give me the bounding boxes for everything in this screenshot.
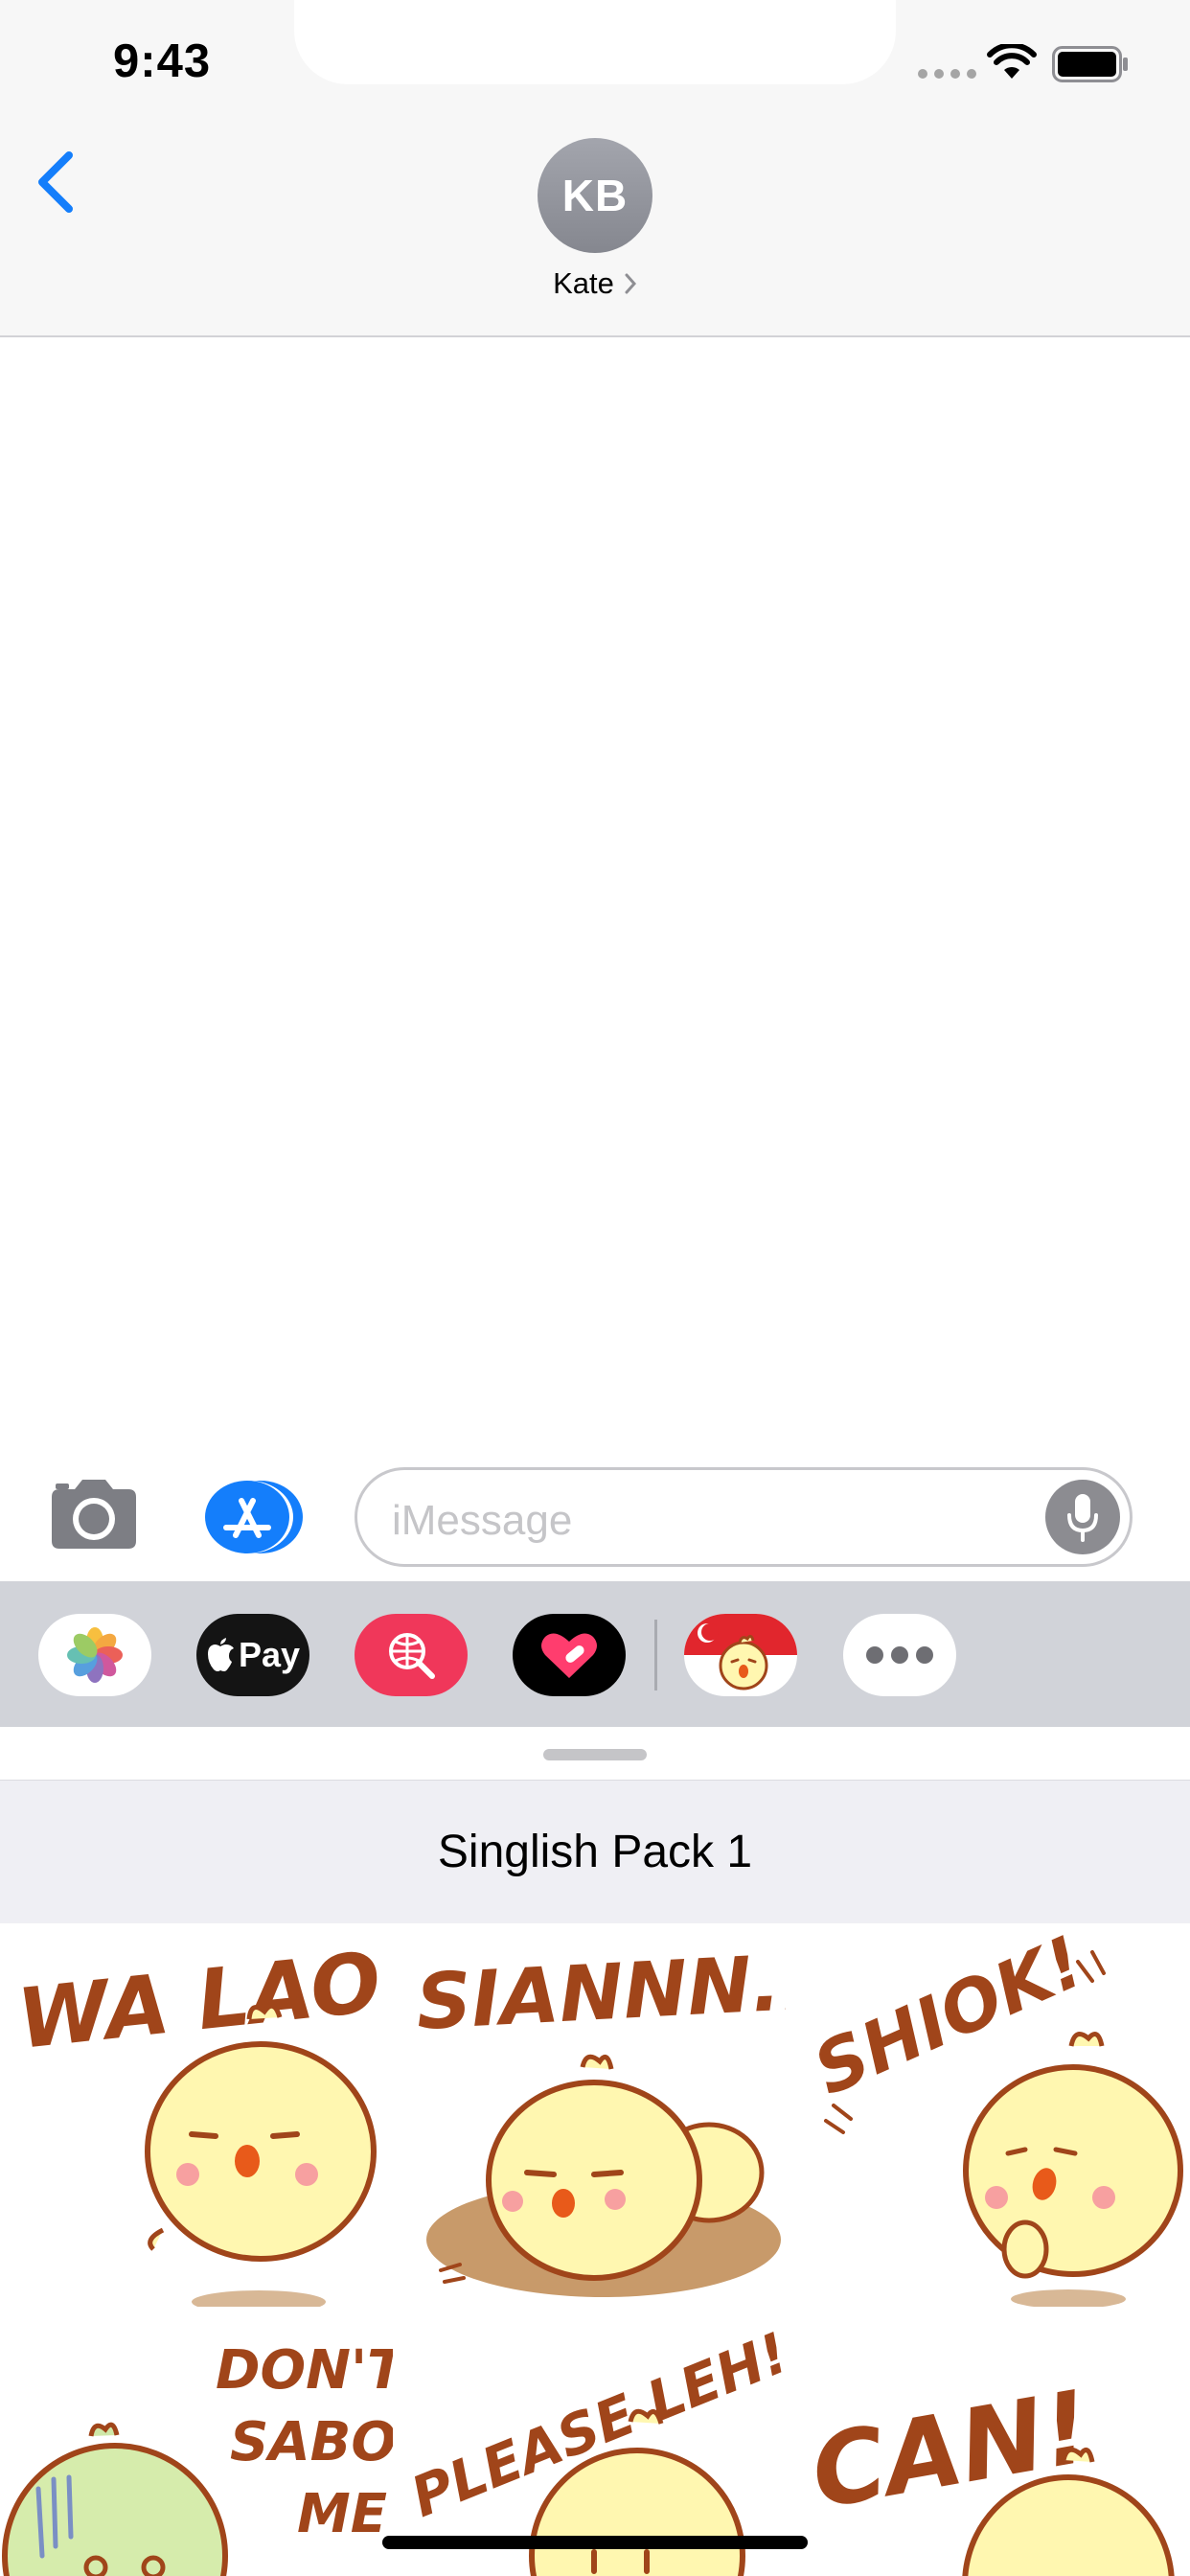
microphone-button[interactable] [1045, 1480, 1120, 1554]
sticker-text: SIANNN.. [414, 1938, 786, 2047]
app-strip-divider [654, 1620, 657, 1690]
battery-icon [1052, 46, 1128, 82]
conversation-header: 9:43 KB Kate [0, 0, 1190, 337]
globe-search-icon [389, 1633, 435, 1679]
more-dot [891, 1646, 908, 1664]
home-indicator[interactable] [382, 2536, 808, 2549]
contact-name: Kate [553, 266, 614, 300]
heart-icon [541, 1633, 597, 1678]
sticker-text-line-1: DON'T [216, 2339, 393, 2402]
photos-flower-icon [67, 1627, 123, 1683]
message-input[interactable]: iMessage [355, 1467, 1133, 1567]
apple-pay-app-button[interactable]: Pay [196, 1614, 309, 1696]
more-dot [916, 1646, 933, 1664]
more-apps-button[interactable] [843, 1614, 956, 1696]
photos-app-button[interactable] [38, 1614, 151, 1696]
more-dot [866, 1646, 883, 1664]
digital-touch-app-button[interactable] [513, 1614, 626, 1696]
sticker-dont-sabo-me[interactable]: DON'T SABO ME [0, 2316, 393, 2576]
wifi-icon [987, 44, 1037, 79]
sticker-siannn[interactable]: SIANNN.. [402, 1923, 786, 2307]
cellular-signal-icon [918, 69, 976, 79]
sticker-grid: WA LAO SIANNN.. SHIOK! DON'T SABO ME PLE… [0, 1923, 1190, 2576]
back-chevron-icon[interactable] [29, 144, 86, 220]
message-placeholder: iMessage [392, 1497, 573, 1544]
sticker-wa-lao[interactable]: WA LAO [10, 1923, 393, 2307]
sticker-text-line-2: SABO [230, 2411, 393, 2473]
sticker-text-line-3: ME [297, 2483, 387, 2545]
chevron-right-icon [625, 273, 636, 294]
sticker-panel: Singlish Pack 1 WA LAO SIANNN.. SHIOK! D… [0, 1730, 1190, 2576]
sticker-can[interactable]: CAN! [805, 2316, 1190, 2576]
message-list[interactable] [0, 339, 1190, 1460]
app-store-icon[interactable] [201, 1478, 305, 1556]
sticker-shiok[interactable]: SHIOK! [805, 1923, 1188, 2307]
singlish-sticker-app-button[interactable] [684, 1614, 797, 1696]
contact-avatar[interactable]: KB [538, 138, 652, 253]
image-search-app-button[interactable] [355, 1614, 468, 1696]
panel-title: Singlish Pack 1 [437, 1827, 753, 1877]
apple-logo-icon [207, 1638, 234, 1671]
camera-icon[interactable] [46, 1476, 142, 1552]
microphone-icon [1067, 1494, 1098, 1542]
device-notch [294, 0, 896, 84]
sticker-text: WA LAO [13, 1935, 385, 2068]
status-time: 9:43 [113, 35, 212, 87]
panel-grabber[interactable] [543, 1749, 647, 1760]
panel-title-bar: Singlish Pack 1 [0, 1780, 1190, 1923]
singapore-chick-icon [684, 1614, 797, 1690]
apple-pay-label: Pay [238, 1635, 301, 1674]
contact-name-button[interactable]: Kate [0, 266, 1190, 301]
imessage-app-drawer: Pay [0, 1581, 1190, 1727]
